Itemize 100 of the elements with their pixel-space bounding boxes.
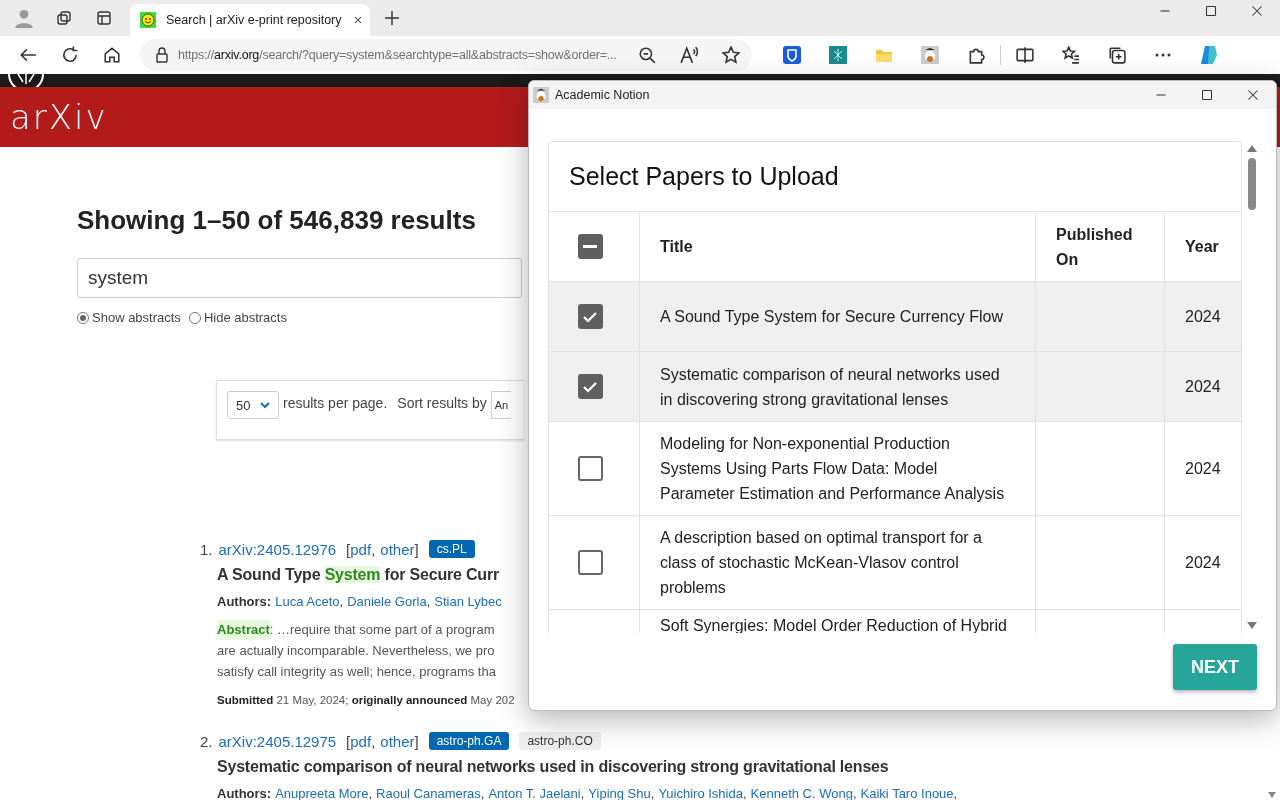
- bracket: ]: [414, 732, 419, 750]
- scroll-down-icon[interactable]: [1247, 622, 1257, 629]
- favorites-icon[interactable]: [1062, 46, 1080, 64]
- refresh-icon[interactable]: [61, 46, 79, 64]
- table-row[interactable]: Systematic comparison of neural networks used in discovering strong gravitational lenses 2024: [549, 352, 1241, 422]
- table-row[interactable]: Modeling for Non-exponential Production Systems Using Parts Flow Data: Model Parameter Estimation and Performance Analysis 2024: [549, 422, 1241, 516]
- author-link[interactable]: Stian Lybec: [434, 592, 502, 612]
- puzzle-icon[interactable]: [967, 46, 985, 64]
- paper-title: Systematic comparison of neural networks used in discovering strong gravitational lenses: [660, 364, 1001, 410]
- lock-icon[interactable]: [154, 47, 170, 63]
- author-link[interactable]: Yiping Shu: [588, 784, 651, 800]
- chevron-down-icon: [260, 401, 270, 409]
- format-link[interactable]: pdf: [350, 540, 372, 558]
- year-cell-text: 2024: [1185, 459, 1221, 479]
- format-link[interactable]: pdf: [350, 732, 372, 750]
- maximize-icon[interactable]: [1205, 5, 1217, 17]
- scroll-down-icon[interactable]: [1268, 792, 1276, 798]
- checkbox[interactable]: [577, 234, 603, 259]
- tab-actions-icon[interactable]: [96, 10, 112, 26]
- back-icon[interactable]: [19, 46, 37, 64]
- per-page-label: results per page.: [283, 394, 388, 411]
- comma: ,: [650, 785, 655, 800]
- author-link[interactable]: Daniele Gorla: [347, 592, 427, 612]
- category-tag[interactable]: astro-ph.CO: [519, 732, 601, 750]
- checkbox[interactable]: [577, 550, 603, 575]
- close-icon[interactable]: [1247, 89, 1259, 101]
- radio-button[interactable]: [77, 311, 89, 324]
- comma: ,: [371, 732, 376, 750]
- radio-label[interactable]: Show abstracts: [92, 310, 181, 325]
- author-link[interactable]: Raoul Canameras: [376, 784, 481, 800]
- checkbox[interactable]: [577, 304, 603, 329]
- table-row[interactable]: A description based on optimal transport for a class of stochastic McKean-Vlasov control problems 2024: [549, 516, 1241, 610]
- collections-icon[interactable]: [1108, 46, 1126, 64]
- author-link[interactable]: Kaiki Taro Inoue: [860, 784, 954, 800]
- result-title: Systematic comparison of neural networks used in discovering strong gravitational lenses: [216, 758, 890, 776]
- next-button[interactable]: NEXT: [1173, 644, 1257, 690]
- category-tag[interactable]: cs.PL: [428, 540, 475, 558]
- paper-title: A Sound Type System for Secure Currency Flow: [660, 307, 1003, 327]
- copilot-icon[interactable]: [1198, 44, 1220, 66]
- paper-title: Modeling for Non-exponential Production Systems Using Parts Flow Data: Model Parameter Estimation and Performance Analysis: [660, 434, 1006, 504]
- abstract-text: are actually incomparable. Nevertheless, we pro: [217, 642, 495, 660]
- address-bar[interactable]: https://arxiv.org/search/?query=system&searchtype=all&abstracts=show&order=...: [140, 39, 752, 71]
- split-screen-icon[interactable]: [1016, 46, 1034, 64]
- year-cell-text: 2024: [1185, 377, 1221, 397]
- read-aloud-icon[interactable]: [680, 46, 698, 64]
- comma: ,: [339, 593, 344, 611]
- arxiv-id-link[interactable]: arXiv:2405.12975: [218, 732, 337, 750]
- format-link[interactable]: other: [380, 540, 415, 558]
- category-tag[interactable]: astro-ph.GA: [428, 732, 510, 750]
- scroll-up-icon[interactable]: [1247, 145, 1257, 152]
- per-page-select[interactable]: 50: [227, 391, 279, 419]
- home-icon[interactable]: [103, 46, 121, 64]
- paper-title: A description based on optimal transport for a class of stochastic McKean-Vlasov control problems: [660, 528, 983, 598]
- author-link[interactable]: Anton T. Jaelani: [488, 784, 581, 800]
- bracket: ]: [414, 540, 419, 558]
- browser-tab[interactable]: Search | arXiv e-print repository: [130, 4, 370, 36]
- comma: ,: [371, 540, 376, 558]
- radio-button[interactable]: [188, 311, 201, 324]
- column-header[interactable]: Year: [1185, 234, 1219, 259]
- scrollbar-thumb[interactable]: [1248, 158, 1256, 210]
- maximize-icon[interactable]: [1201, 89, 1213, 101]
- year-cell-text: 2024: [1185, 553, 1221, 573]
- radio-label[interactable]: Hide abstracts: [203, 310, 287, 325]
- minus-icon: [583, 245, 597, 248]
- sort-label: Sort results by: [397, 394, 487, 411]
- checkbox[interactable]: [577, 374, 603, 399]
- owl-icon[interactable]: [921, 46, 939, 64]
- more-icon[interactable]: [1155, 53, 1171, 57]
- comma: ,: [426, 593, 431, 611]
- tab-title: Search | arXiv e-print repository: [166, 13, 342, 27]
- comma: ,: [742, 785, 747, 800]
- sort-select[interactable]: An: [490, 391, 511, 419]
- workspaces-icon[interactable]: [56, 10, 72, 26]
- arxiv-id-link[interactable]: arXiv:2405.12976: [218, 540, 337, 558]
- url-text: https://arxiv.org/search/?query=system&searchtype=all&abstracts=show&order=...: [178, 48, 618, 62]
- shield-icon[interactable]: [783, 46, 801, 64]
- close-icon[interactable]: [1251, 5, 1263, 17]
- zoom-out-icon[interactable]: [638, 46, 656, 64]
- format-link[interactable]: other: [380, 732, 415, 750]
- author-link[interactable]: Kenneth C. Wong: [750, 784, 853, 800]
- comma: ,: [480, 785, 485, 800]
- result-number: 2.: [200, 732, 213, 750]
- extension-icon[interactable]: [829, 46, 847, 64]
- year-cell-text: 2024: [1185, 307, 1221, 327]
- column-header[interactable]: Title: [660, 234, 693, 259]
- search-field[interactable]: system: [77, 258, 522, 298]
- comma: ,: [953, 785, 958, 800]
- author-link[interactable]: Yuichiro Ishida: [658, 784, 743, 800]
- column-header[interactable]: Published On: [1056, 221, 1136, 272]
- star-icon[interactable]: [722, 46, 740, 64]
- arxiv-logo[interactable]: arXiv: [10, 97, 108, 137]
- checkbox[interactable]: [577, 456, 603, 481]
- result-number: 1.: [200, 540, 213, 558]
- abstract-text: satisfy call integrity as well; hence, programs tha: [217, 663, 496, 681]
- owl-icon: [533, 87, 549, 103]
- table-row[interactable]: A Sound Type System for Secure Currency Flow 2024: [549, 282, 1241, 352]
- comma: ,: [368, 785, 373, 800]
- new-tab-icon[interactable]: [384, 10, 400, 26]
- author-link[interactable]: Luca Aceto: [275, 592, 340, 612]
- authors-label: Authors:: [217, 785, 272, 800]
